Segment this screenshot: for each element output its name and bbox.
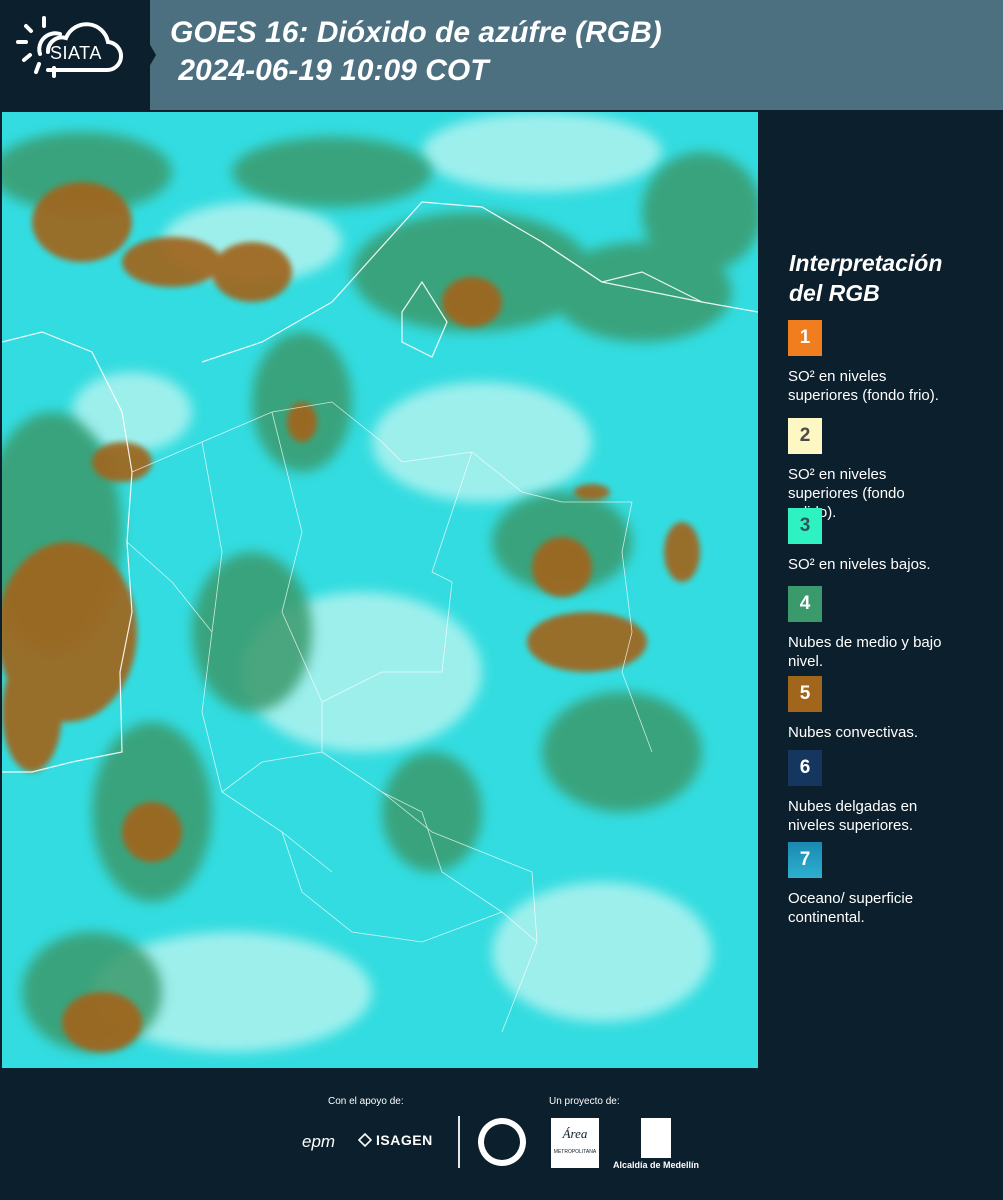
legend-title: Interpretación del RGB xyxy=(789,250,943,306)
seal-inner xyxy=(484,1124,520,1160)
isagen-mark-icon xyxy=(358,1133,372,1147)
area-metropolitana-logo[interactable]: Área METROPOLITANA xyxy=(551,1118,599,1168)
legend-item-2: 2 SO² en niveles superiores (fondo calid… xyxy=(788,418,988,522)
header: SIATA GOES 16: Dióxido de azúfre (RGB) 2… xyxy=(0,0,1003,110)
medellin-seal-logo[interactable] xyxy=(478,1118,526,1166)
isagen-logo[interactable]: ISAGEN xyxy=(358,1132,433,1148)
legend-swatch-1: 1 xyxy=(788,320,822,356)
legend-label-7: Oceano/ superficie continental. xyxy=(788,890,914,926)
legend-item-6: 6 Nubes delgadas en niveles superiores. xyxy=(788,750,988,835)
isagen-label: ISAGEN xyxy=(376,1132,433,1148)
legend-swatch-7: 7 xyxy=(788,842,822,878)
logo-arrow-shape xyxy=(124,0,156,110)
legend-swatch-2: 2 xyxy=(788,418,822,454)
legend-item-3: 3 SO² en niveles bajos. xyxy=(788,508,988,574)
satellite-map[interactable] xyxy=(2,112,758,1068)
footer: Con el apoyo de: Un proyecto de: epm ISA… xyxy=(0,1070,1003,1200)
legend-label-5: Nubes convectivas. xyxy=(788,724,919,741)
alcaldia-label: Alcaldía de Medellín xyxy=(613,1160,700,1170)
satellite-imagery xyxy=(2,112,758,1068)
legend-label-6: Nubes delgadas en niveles superiores. xyxy=(788,798,918,834)
legend-label-3: SO² en niveles bajos. xyxy=(788,556,931,573)
legend-item-5: 5 Nubes convectivas. xyxy=(788,676,988,742)
support-label: Con el apoyo de: xyxy=(328,1096,404,1107)
alcaldia-building-icon[interactable] xyxy=(641,1118,671,1158)
legend-label-4: Nubes de medio y bajo nivel. xyxy=(788,634,942,670)
area-logo-sub: METROPOLITANA xyxy=(553,1149,597,1155)
project-label: Un proyecto de: xyxy=(549,1096,620,1107)
legend-swatch-4: 4 xyxy=(788,586,822,622)
footer-divider xyxy=(458,1116,460,1168)
rgb-legend: Interpretación del RGB 1 SO² en niveles … xyxy=(770,112,1000,1068)
legend-item-7: 7 Oceano/ superficie continental. xyxy=(788,842,988,927)
legend-item-4: 4 Nubes de medio y bajo nivel. xyxy=(788,586,988,671)
legend-swatch-5: 5 xyxy=(788,676,822,712)
logo-label: SIATA xyxy=(50,43,102,63)
epm-logo[interactable]: epm xyxy=(302,1132,335,1152)
legend-label-1: SO² en niveles superiores (fondo frio). xyxy=(788,368,939,404)
page-title: GOES 16: Dióxido de azúfre (RGB) 2024-06… xyxy=(170,16,662,87)
area-logo-text: Área xyxy=(562,1126,588,1141)
legend-swatch-3: 3 xyxy=(788,508,822,544)
legend-item-1: 1 SO² en niveles superiores (fondo frio)… xyxy=(788,320,988,405)
legend-swatch-6: 6 xyxy=(788,750,822,786)
